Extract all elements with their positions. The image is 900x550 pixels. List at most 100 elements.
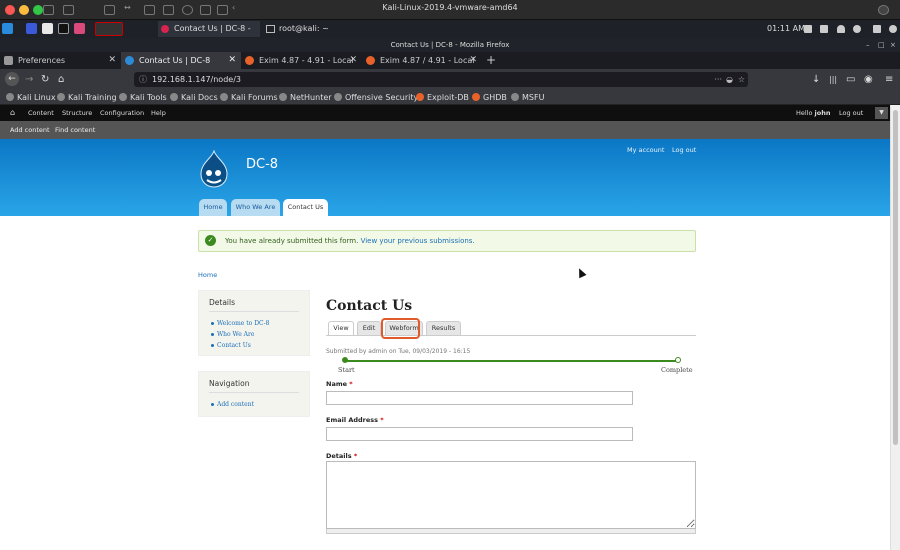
- bell-icon[interactable]: [837, 25, 845, 33]
- bookmark-star-icon[interactable]: ☆: [738, 72, 745, 87]
- power-icon[interactable]: [889, 25, 897, 33]
- camera-icon[interactable]: [820, 25, 828, 33]
- lock-icon[interactable]: [873, 25, 881, 33]
- globe-icon: [170, 93, 178, 101]
- taskbar-terminal[interactable]: root@kali: ~: [263, 21, 353, 37]
- bookmark-label: Kali Tools: [130, 93, 167, 102]
- new-tab-button[interactable]: +: [483, 52, 499, 69]
- exploitdb-icon: [472, 93, 480, 101]
- name-label-text: Name: [326, 380, 348, 388]
- link-welcome-to-dc8[interactable]: Welcome to DC-8: [210, 320, 269, 327]
- firefox-launcher-icon[interactable]: [74, 23, 85, 34]
- back-icon[interactable]: ←: [5, 72, 19, 86]
- tab-results[interactable]: Results: [426, 321, 461, 336]
- tab-exim-1[interactable]: Exim 4.87 - 4.91 - Local ✕: [241, 52, 362, 69]
- bookmark-kali-linux[interactable]: Kali Linux: [6, 90, 56, 105]
- bookmark-nethunter[interactable]: NetHunter: [279, 90, 332, 105]
- taskbar-firefox[interactable]: Contact Us | DC-8 - Moz...: [158, 21, 260, 49]
- downloads-icon[interactable]: ↓: [812, 69, 820, 90]
- email-input[interactable]: [326, 427, 633, 441]
- bookmark-kali-docs[interactable]: Kali Docs: [170, 90, 218, 105]
- workspace-icon[interactable]: [26, 23, 37, 34]
- forward-icon[interactable]: →: [25, 69, 33, 90]
- toolbar-help[interactable]: Help: [151, 105, 166, 121]
- terminal-icon[interactable]: [58, 23, 69, 34]
- tab-home[interactable]: Home: [199, 199, 227, 216]
- divider: [209, 392, 299, 393]
- home-icon[interactable]: ⌂: [10, 105, 15, 121]
- account-icon[interactable]: ◉: [864, 69, 873, 90]
- tab-edit[interactable]: Edit: [357, 321, 381, 336]
- toolbar-structure[interactable]: Structure: [62, 105, 92, 121]
- toolbar-logout[interactable]: Log out: [839, 105, 863, 121]
- pocket-icon[interactable]: ◒: [726, 72, 733, 87]
- tab-contact-us[interactable]: Contact Us: [283, 199, 328, 216]
- home-icon[interactable]: ⌂: [58, 69, 64, 90]
- link-contact-us[interactable]: Contact Us: [211, 342, 251, 349]
- toolbar-configuration[interactable]: Configuration: [100, 105, 144, 121]
- my-account-link[interactable]: My account: [627, 146, 664, 154]
- navigation-toolbar: ← → ↻ ⌂ ⓘ 192.168.1.147/node/3 ··· ◒ ☆ ↓…: [0, 69, 900, 90]
- scrollbar-thumb[interactable]: [893, 110, 898, 445]
- required-marker: *: [349, 380, 353, 388]
- hamburger-menu-icon[interactable]: ≡: [885, 69, 893, 90]
- close-tab-icon[interactable]: ✕: [108, 52, 116, 69]
- reload-icon[interactable]: ↻: [41, 69, 49, 90]
- bookmark-offensive-security[interactable]: Offensive Security: [334, 90, 418, 105]
- close-tab-icon[interactable]: ✕: [228, 52, 236, 69]
- name-label: Name *: [326, 380, 353, 388]
- log-out-link[interactable]: Log out: [672, 146, 696, 154]
- sidebar-icon[interactable]: ▭: [846, 69, 855, 90]
- textarea-resize-grip[interactable]: [326, 529, 696, 534]
- close-tab-icon[interactable]: ✕: [349, 52, 357, 69]
- details-textarea[interactable]: [326, 461, 696, 529]
- site-header: [0, 139, 890, 216]
- status-message: You have already submitted this form. Vi…: [198, 230, 696, 252]
- link-who-we-are[interactable]: Who We Are: [210, 331, 254, 338]
- bookmark-msfu[interactable]: MSFU: [511, 90, 544, 105]
- tab-view[interactable]: View: [328, 321, 354, 336]
- library-icon[interactable]: |||: [829, 69, 837, 90]
- maximize-icon[interactable]: □: [878, 41, 885, 49]
- drupal-admin-toolbar: ⌂ Content Structure Configuration Help H…: [0, 105, 890, 121]
- bookmark-kali-tools[interactable]: Kali Tools: [119, 90, 167, 105]
- recorder-icon[interactable]: [95, 22, 123, 36]
- tab-who-we-are[interactable]: Who We Are: [231, 199, 280, 216]
- page-title: Contact Us: [326, 298, 413, 314]
- tab-preferences[interactable]: Preferences ✕: [0, 52, 121, 69]
- network-icon[interactable]: [853, 25, 861, 33]
- name-input[interactable]: [326, 391, 633, 405]
- toolbar-content[interactable]: Content: [28, 105, 54, 121]
- required-marker: *: [353, 452, 358, 460]
- monitor-icon[interactable]: [804, 25, 812, 33]
- shortcut-add-content[interactable]: Add content: [10, 121, 50, 139]
- link-add-content[interactable]: Add content: [211, 401, 254, 408]
- tab-exim-2[interactable]: Exim 4.87 / 4.91 - Local ✕: [362, 52, 482, 69]
- breadcrumb[interactable]: Home: [198, 271, 217, 279]
- bookmark-ghdb[interactable]: GHDB: [472, 90, 507, 105]
- kali-dragon-icon: [279, 93, 287, 101]
- page-actions-icon[interactable]: ···: [714, 72, 722, 87]
- kali-menu-icon[interactable]: [2, 23, 13, 34]
- site-name[interactable]: DC-8: [246, 157, 278, 172]
- exploitdb-icon: [416, 93, 424, 101]
- bookmark-kali-training[interactable]: Kali Training: [57, 90, 117, 105]
- vm-settings-icon[interactable]: [878, 5, 889, 15]
- bookmark-exploit-db[interactable]: Exploit-DB: [416, 90, 469, 105]
- minimize-icon[interactable]: –: [866, 41, 870, 49]
- shortcut-find-content[interactable]: Find content: [55, 121, 95, 139]
- panel-clock[interactable]: 01:11 AM: [767, 21, 805, 37]
- previous-submissions-link[interactable]: View your previous submissions.: [361, 237, 475, 245]
- files-icon[interactable]: [42, 23, 53, 34]
- close-icon[interactable]: ×: [890, 41, 896, 49]
- bookmark-label: Kali Training: [68, 93, 117, 102]
- close-tab-icon[interactable]: ✕: [469, 52, 477, 69]
- tab-contact-us[interactable]: Contact Us | DC-8 ✕: [121, 52, 241, 69]
- toolbar-username[interactable]: john: [815, 109, 831, 117]
- drupal-logo[interactable]: [198, 150, 230, 188]
- info-icon[interactable]: ⓘ: [139, 72, 147, 87]
- toolbar-toggle-icon[interactable]: ▼: [875, 107, 888, 119]
- highlight-annotation: [381, 318, 420, 339]
- bookmark-kali-forums[interactable]: Kali Forums: [220, 90, 278, 105]
- url-bar[interactable]: ⓘ 192.168.1.147/node/3 ··· ◒ ☆: [134, 72, 748, 87]
